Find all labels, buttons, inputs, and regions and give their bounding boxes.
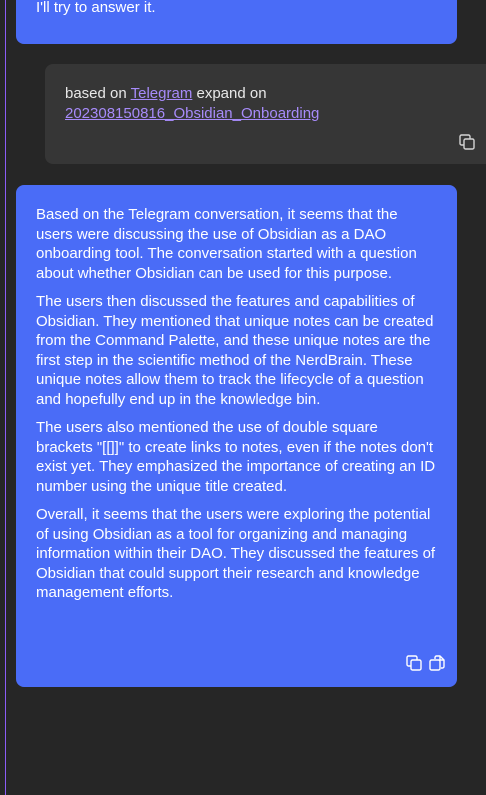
user-message-prefix: based on — [65, 85, 131, 102]
response-paragraph: The users then discussed the features an… — [36, 293, 434, 408]
user-message-middle: expand on — [192, 85, 267, 102]
obsidian-onboarding-link[interactable]: 202308150816_Obsidian_Onboarding — [65, 105, 319, 122]
ai-message-response: Based on the Telegram conversation, it s… — [16, 185, 457, 687]
telegram-link[interactable]: Telegram — [131, 85, 193, 102]
response-paragraph: Based on the Telegram conversation, it s… — [36, 206, 417, 282]
copy-icon[interactable] — [405, 654, 423, 672]
ai-message-previous: I'll try to answer it. — [16, 0, 457, 44]
user-message: based on Telegram expand on 202308150816… — [45, 64, 486, 164]
response-paragraph: Overall, it seems that the users were ex… — [36, 506, 436, 601]
response-paragraph: The users also mentioned the use of doub… — [36, 419, 436, 495]
chat-pane: I'll try to answer it. based on Telegram… — [0, 0, 486, 795]
copy-to-note-icon[interactable] — [428, 654, 446, 672]
pane-divider — [5, 0, 6, 795]
copy-icon[interactable] — [458, 133, 476, 151]
ai-message-text: I'll try to answer it. — [36, 0, 156, 16]
